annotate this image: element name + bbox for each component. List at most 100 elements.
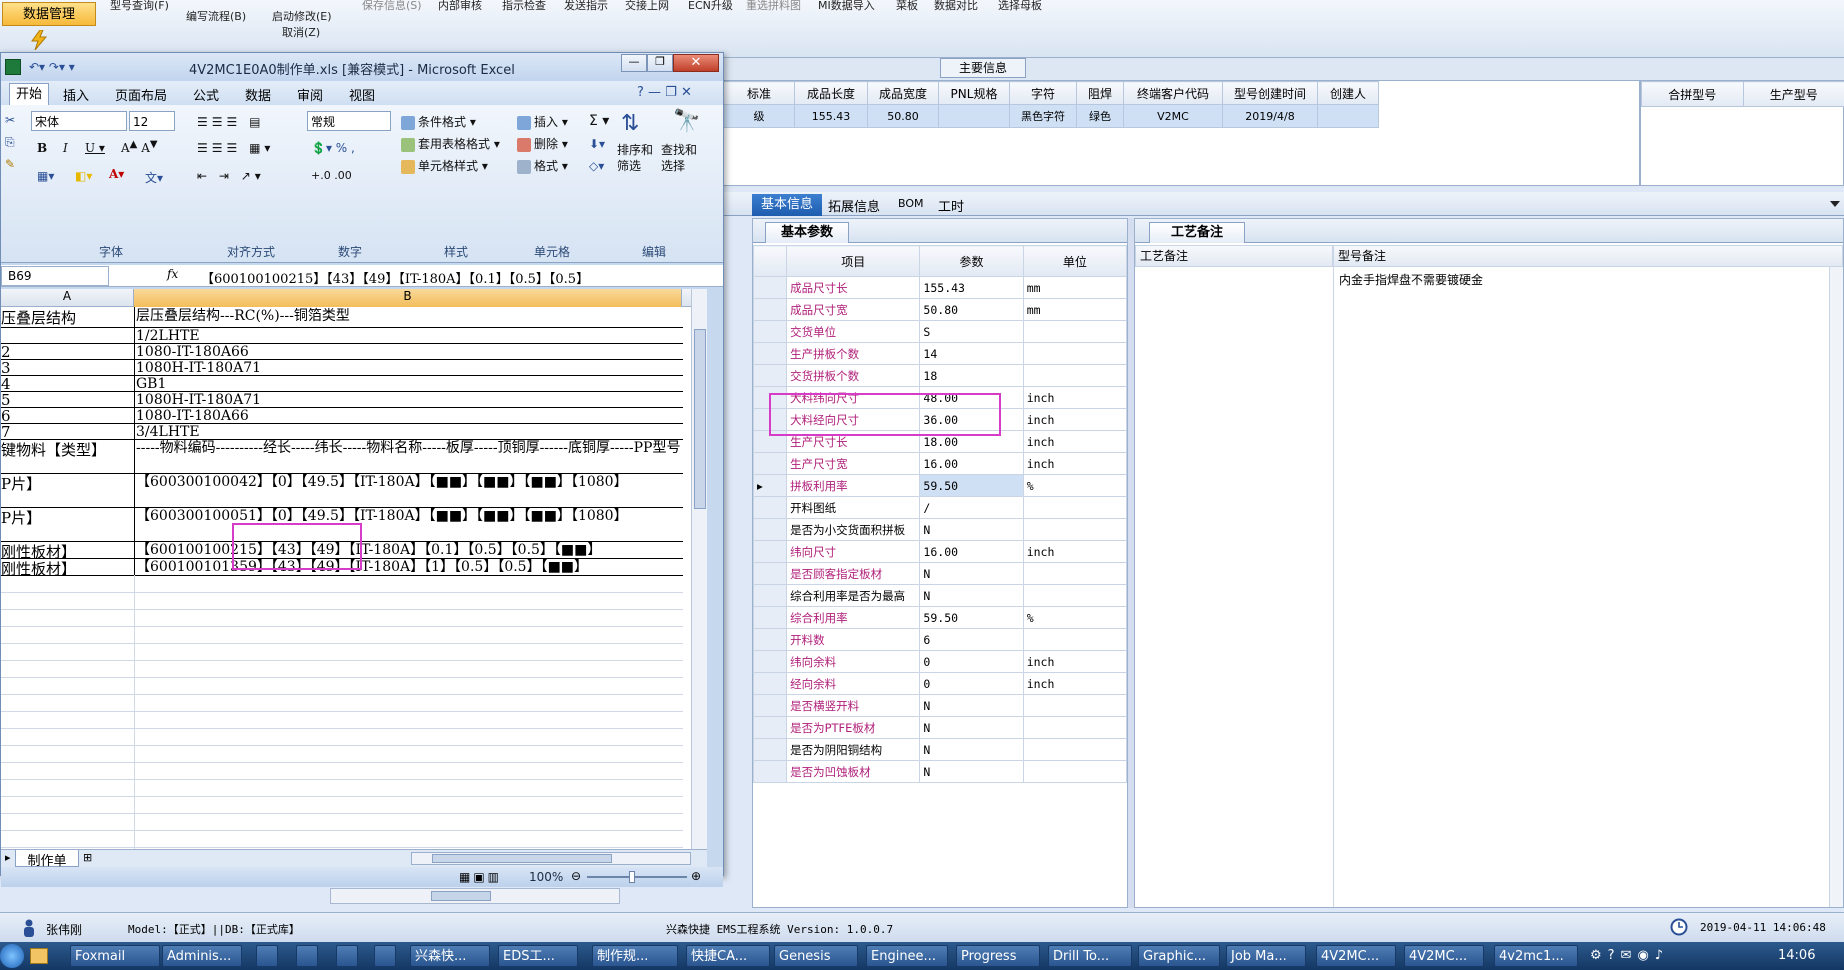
taskbar-button[interactable]: Job Ma... [1226,945,1306,967]
taskbar-button[interactable]: 兴森快... [410,945,490,967]
clock[interactable]: 14:06 [1778,948,1815,963]
empty-row[interactable] [1,592,683,610]
cell-style-button[interactable]: 单元格样式 ▾ [401,157,488,174]
format-painter-icon[interactable]: ✎ [5,157,15,171]
cell-b[interactable]: 1/2LHTE [134,327,682,343]
empty-row[interactable] [1,813,683,831]
cell-a[interactable] [1,779,135,796]
zoom-slider[interactable] [587,876,687,878]
dropdown-icon[interactable] [1830,198,1840,208]
indent-icons[interactable]: ⇤ ⇥ ↗▾ [197,169,265,183]
format-cell-button[interactable]: 格式 ▾ [517,157,568,174]
row-header[interactable] [752,694,788,717]
data-manage-button[interactable]: 数据管理 [2,2,96,26]
cell-b[interactable]: 【600300100051】【0】【49.5】【IT-180A】【■■】【■■】… [134,507,682,541]
cell-a[interactable] [1,796,135,813]
menu-item-top[interactable]: 重选拼料图 [746,0,801,13]
cell-a[interactable]: 7 [1,423,135,439]
column-header[interactable]: 成品长度 [794,81,868,105]
cell-b[interactable]: 【600300100042】【0】【49.5】【IT-180A】【■■】【■■】… [134,473,682,507]
sheet-row[interactable]: 6 1080-IT-180A66 [1,407,683,424]
params-row[interactable]: 成品尺寸宽 50.80 mm [752,298,1128,321]
row-header[interactable] [752,342,788,365]
row-header[interactable] [752,672,788,695]
sheet-row[interactable]: 5 1080H-IT-180A71 [1,391,683,408]
row-header[interactable] [752,320,788,343]
param-value[interactable]: N [919,738,1024,761]
menu-item[interactable]: 取消(Z) [282,24,320,40]
cell-b[interactable]: 1080-IT-180A66 [134,343,682,359]
sheet-row[interactable]: 3 1080H-IT-180A71 [1,359,683,376]
params-row[interactable]: 是否为凹蚀板材 N [752,760,1128,783]
menu-item[interactable]: 编写流程(B) [186,8,246,24]
menu-item-top[interactable]: MI数据导入 [818,0,875,13]
ribbon-tab[interactable]: 插入 [63,85,89,104]
param-value[interactable]: 155.43 [919,276,1024,299]
table-cell[interactable]: 50.80 [867,104,939,128]
param-value[interactable]: 50.80 [919,298,1024,321]
taskbar-button[interactable]: Drill To... [1048,945,1132,967]
cell-b[interactable]: 1080H-IT-180A71 [134,391,682,407]
cell-b[interactable]: -----物料编码----------经长-----纬长-----物料名称---… [134,439,682,473]
ribbon-tab[interactable]: 数据 [245,85,271,104]
cell-a[interactable]: 压叠层结构 [1,307,135,327]
table-cell[interactable] [1317,104,1379,128]
ribbon-tab[interactable]: 公式 [193,85,219,104]
excel-app-icon[interactable] [5,59,21,75]
ribbon-tab[interactable]: 视图 [349,85,375,104]
cell-a[interactable] [1,643,135,660]
row-header[interactable] [752,540,788,563]
cell-a[interactable]: 刚性板材】 [1,558,135,575]
param-value[interactable]: 6 [919,628,1024,651]
horizontal-align-icons[interactable]: ☰☰☰ ▦▾ [197,141,274,155]
empty-row[interactable] [1,711,683,729]
font-color-icon[interactable]: A▾ [109,167,124,181]
sheet-row[interactable]: 1/2LHTE [1,327,683,344]
ribbon-tab[interactable]: 审阅 [297,85,323,104]
sheet-row[interactable]: 4 GB1 [1,375,683,392]
cell-b[interactable]: GB1 [134,375,682,391]
cell-a[interactable]: 2 [1,343,135,359]
tab-bom[interactable]: BOM [898,197,924,210]
column-header[interactable]: PNL规格 [938,81,1010,105]
taskbar-button[interactable]: Graphic... [1138,945,1220,967]
taskbar-button[interactable]: 快捷CA... [686,945,770,967]
sort-filter-label[interactable]: 排序和 [617,141,653,158]
column-header[interactable]: 字符 [1009,81,1077,105]
param-value[interactable]: N [919,694,1024,717]
restore-button[interactable]: ❐ [647,54,673,72]
table-cell[interactable]: 绿色 [1076,104,1124,128]
number-format-icons[interactable]: 💲▾ % , [311,141,355,155]
params-row[interactable]: 综合利用率 59.50% [752,606,1128,629]
cell-a[interactable] [1,677,135,694]
ribbon-tab[interactable]: 开始 [9,83,50,106]
table-cell[interactable] [938,104,1010,128]
taskbar-button[interactable]: Enginee... [866,945,948,967]
param-value[interactable]: 59.50 [919,606,1024,629]
params-column-header[interactable]: 项目 [786,245,921,277]
cell-a[interactable] [1,711,135,728]
row-header[interactable] [752,276,788,299]
params-row[interactable]: 是否为PTFE板材 N [752,716,1128,739]
params-row[interactable]: 是否为小交货面积拼板 N [752,518,1128,541]
taskbar-button[interactable]: EDS工... [498,945,578,967]
column-header[interactable]: 生产型号 [1742,81,1844,107]
bold-button[interactable]: B [37,141,47,155]
taskbar-button[interactable]: 4v2mc1... [1494,945,1578,967]
copy-icon[interactable]: ⎘ [5,135,15,150]
row-header[interactable] [752,584,788,607]
scroll-thumb[interactable] [431,891,491,901]
hscroll-thumb[interactable] [432,854,612,863]
cell-b[interactable]: 层压叠层结构---RC(%)---铜箔类型 [134,307,682,327]
cell-a[interactable] [1,609,135,626]
param-value[interactable]: N [919,760,1024,783]
sort-filter-icon[interactable]: ⇅ [621,111,639,136]
row-header[interactable]: ▸ [752,474,788,497]
font-name-combo[interactable]: 宋体 [31,111,127,131]
vertical-align-icons[interactable]: ☰☰☰ ▤ [197,115,264,129]
tab-extend-info[interactable]: 拓展信息 [828,196,880,215]
delete-cell-button[interactable]: 删除 ▾ [517,135,568,152]
menu-item-top[interactable]: 数据对比 [934,0,978,13]
find-select-label[interactable]: 查找和 [661,141,697,158]
sheet-nav-icon[interactable]: ▸ [5,851,11,864]
